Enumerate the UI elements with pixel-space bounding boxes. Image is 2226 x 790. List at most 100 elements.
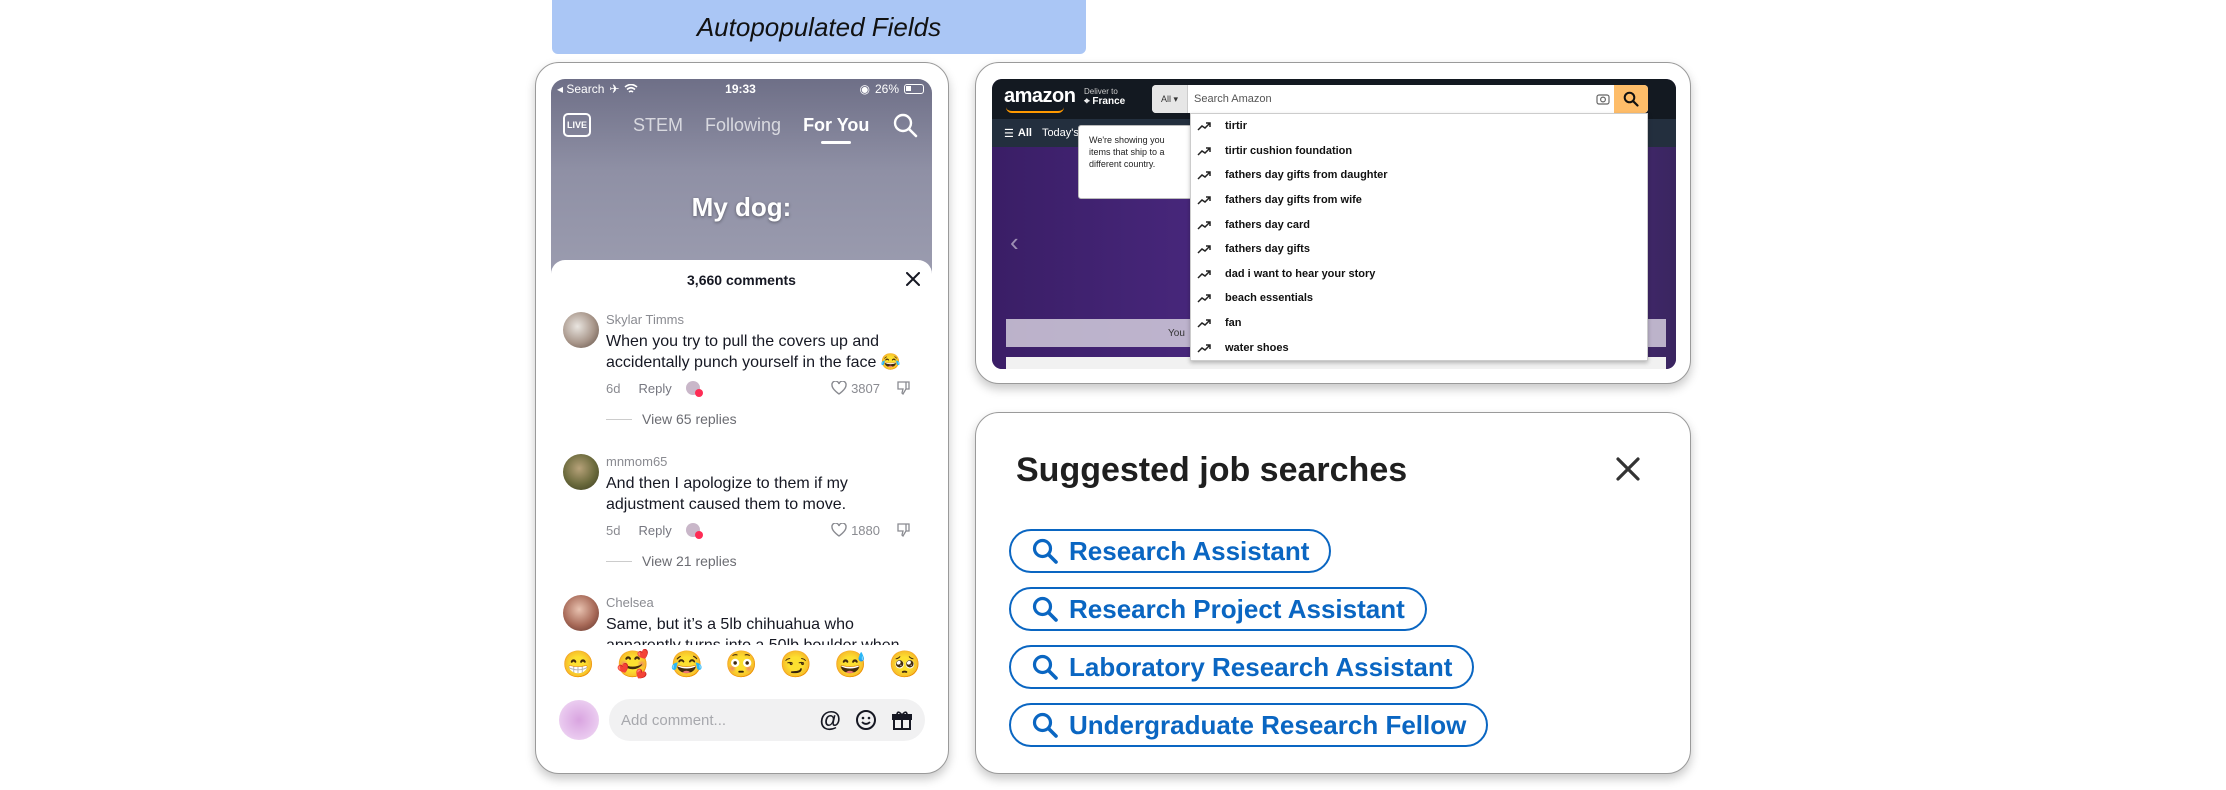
menu-icon[interactable]: ☰ (1004, 127, 1014, 140)
heart-icon (831, 381, 847, 395)
emoji-button[interactable]: 😳 (725, 649, 757, 680)
chevron-left-icon[interactable]: ‹ (1010, 227, 1019, 258)
job-suggestion-pill[interactable]: Undergraduate Research Fellow (1009, 703, 1489, 747)
job-suggestion-label: Research Assistant (1069, 535, 1310, 566)
amazon-screen: amazon Deliver to ⌖ France All ▾ Search … (992, 79, 1676, 369)
search-suggestion-label: dad i want to hear your story (1225, 267, 1376, 280)
search-input[interactable]: Search Amazon (1188, 85, 1592, 113)
comment-username[interactable]: Skylar Timms (606, 312, 924, 327)
search-suggestion-label: fathers day gifts from wife (1225, 194, 1362, 207)
search-icon (1032, 712, 1058, 738)
tab-following[interactable]: Following (705, 115, 781, 136)
deliver-location: France (1092, 96, 1126, 107)
comment-input[interactable]: Add comment... @ (609, 699, 925, 741)
comments-sheet: 3,660 comments Skylar Timms When you try… (551, 260, 932, 757)
emoji-icon[interactable] (855, 709, 877, 731)
comment-placeholder: Add comment... (621, 711, 727, 729)
tab-stem[interactable]: STEM (633, 115, 683, 136)
trending-icon (1197, 294, 1211, 303)
mention-icon[interactable]: @ (820, 707, 841, 733)
dislike-icon[interactable] (896, 381, 910, 395)
comment-username[interactable]: mnmom65 (606, 454, 924, 469)
tab-for-you[interactable]: For You (803, 115, 869, 144)
avatar[interactable] (563, 595, 599, 631)
search-button[interactable] (1614, 85, 1648, 113)
live-icon[interactable]: LIVE (563, 113, 591, 137)
camera-search-icon[interactable] (1592, 85, 1614, 113)
deliver-to[interactable]: Deliver to ⌖ France (1084, 87, 1125, 107)
search-icon (1032, 596, 1058, 622)
category-dropdown[interactable]: All ▾ (1152, 85, 1188, 113)
amazon-logo[interactable]: amazon (1004, 85, 1076, 108)
gift-icon[interactable] (891, 709, 913, 731)
search-suggestion-label: fathers day card (1225, 218, 1310, 231)
battery-icon (904, 84, 924, 94)
creator-liked-badge (685, 381, 703, 397)
battery-percent: 26% (874, 82, 899, 96)
quick-emoji-bar: 😁 🥰 😂 😳 😏 😅 🥺 (551, 645, 932, 683)
comment-age: 6d (606, 380, 621, 396)
search-suggestion-item[interactable]: dad i want to hear your story (1191, 262, 1647, 287)
emoji-button[interactable]: 😅 (834, 649, 866, 680)
view-replies-button[interactable]: View 65 replies (606, 411, 924, 427)
emoji-button[interactable]: 😏 (780, 649, 812, 680)
trending-icon (1197, 343, 1211, 353)
tiktok-phone-screen: ◂ Search ✈ 19:33 ◉ 26% LIVE STEM Followi… (551, 79, 932, 757)
search-suggestion-item[interactable]: fathers day card (1191, 212, 1647, 237)
close-icon[interactable] (1616, 457, 1640, 481)
reply-button[interactable]: Reply (638, 381, 671, 396)
search-suggestion-item[interactable]: water shoes (1191, 335, 1647, 360)
like-count: 3807 (851, 380, 880, 396)
search-suggestion-item[interactable]: tirtir (1191, 114, 1647, 139)
airplane-icon: ✈ (609, 82, 620, 96)
reply-button[interactable]: Reply (638, 523, 671, 538)
todays-deals-link[interactable]: Today's (1042, 127, 1079, 139)
trending-icon (1197, 196, 1211, 205)
like-button[interactable]: 1880 (831, 523, 880, 538)
avatar[interactable] (563, 312, 599, 348)
trending-icon (1197, 270, 1211, 279)
search-suggestion-item[interactable]: fathers day gifts from daughter (1191, 163, 1647, 188)
job-suggestion-label: Laboratory Research Assistant (1069, 651, 1453, 682)
location-pin-icon: ⌖ (1084, 96, 1090, 107)
comments-count: 3,660 comments (687, 272, 796, 288)
trending-icon (1197, 220, 1211, 230)
emoji-button[interactable]: 🥰 (616, 649, 648, 680)
search-suggestion-item[interactable]: fathers day gifts (1191, 237, 1647, 262)
all-menu[interactable]: All (1018, 127, 1032, 139)
emoji-button[interactable]: 🥺 (889, 649, 921, 680)
emoji-button[interactable]: 😂 (671, 649, 703, 680)
comment-age: 5d (606, 522, 621, 538)
video-caption: My dog: (691, 192, 792, 222)
job-suggestion-label: Undergraduate Research Fellow (1069, 709, 1467, 740)
like-button[interactable]: 3807 (831, 381, 880, 396)
search-icon[interactable] (892, 112, 918, 138)
job-suggestions-card: Suggested job searches Research Assistan… (975, 412, 1691, 774)
search-suggestion-label: fathers day gifts from daughter (1225, 169, 1388, 182)
tiktok-card: ◂ Search ✈ 19:33 ◉ 26% LIVE STEM Followi… (535, 62, 949, 774)
search-suggestion-item[interactable]: fan (1191, 311, 1647, 336)
search-suggestion-label: fathers day gifts (1225, 243, 1310, 256)
emoji-button[interactable]: 😁 (562, 649, 594, 680)
close-icon[interactable] (906, 272, 920, 286)
view-replies-button[interactable]: View 21 replies (606, 553, 924, 569)
dislike-icon[interactable] (896, 523, 910, 537)
job-suggestion-label: Research Project Assistant (1069, 593, 1405, 624)
search-suggestion-item[interactable]: tirtir cushion foundation (1191, 139, 1647, 164)
job-suggestion-pill[interactable]: Research Project Assistant (1009, 587, 1427, 631)
avatar (559, 700, 599, 740)
trending-icon (1197, 245, 1211, 254)
search-suggestions: tirtir tirtir cushion foundation fathers d… (1190, 113, 1648, 361)
orientation-lock-icon: ◉ (859, 82, 870, 96)
job-suggestion-pill[interactable]: Research Assistant (1009, 529, 1332, 573)
comment-text: And then I apologize to them if my adjus… (606, 475, 848, 513)
search-suggestion-item[interactable]: fathers day gifts from wife (1191, 188, 1647, 213)
search-suggestion-label: tirtir (1225, 120, 1247, 133)
amazon-search-bar: All ▾ Search Amazon (1152, 85, 1648, 113)
back-to-search[interactable]: ◂ Search (557, 82, 604, 96)
avatar[interactable] (563, 454, 599, 490)
comment-username[interactable]: Chelsea (606, 595, 923, 610)
search-suggestion-item[interactable]: beach essentials (1191, 286, 1647, 311)
job-suggestion-pill[interactable]: Laboratory Research Assistant (1009, 645, 1475, 689)
wifi-icon (624, 84, 638, 93)
